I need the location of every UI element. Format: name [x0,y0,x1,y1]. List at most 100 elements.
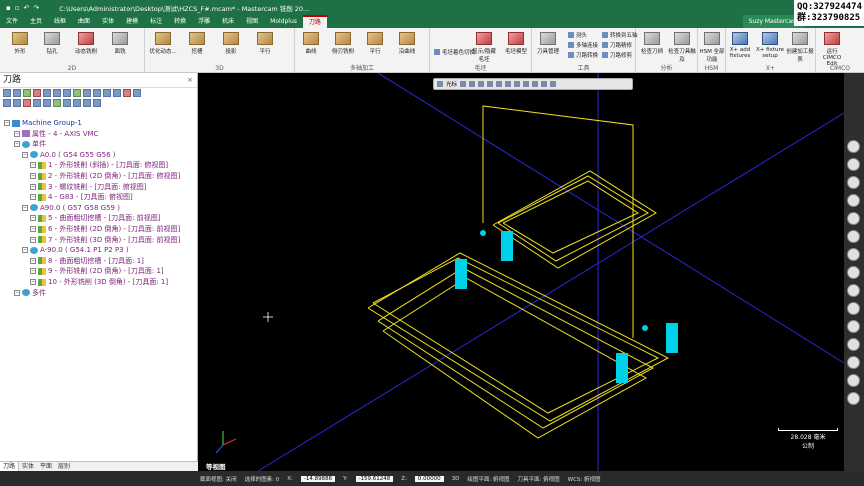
tree-item[interactable]: − 属性 - 4 - AXIS VMC [14,129,98,139]
view-front-icon[interactable] [847,158,860,171]
menu-machine[interactable]: 机床 [216,15,240,28]
convert-5axis-button[interactable]: 转换到五轴 [602,31,638,39]
check-holder-button[interactable]: 检查刀柄 [638,32,666,55]
select-all-icon[interactable] [3,89,11,97]
probe-button[interactable]: 测头 [568,31,587,39]
verify-icon[interactable] [53,89,61,97]
dynamic-mill-button[interactable]: 动态铣削 [72,32,100,55]
tree-item[interactable]: − 5 - 曲面粗切挖槽 - [刀具面: 前视图] [30,213,160,223]
menu-toolpaths[interactable]: 刀路 [302,15,327,28]
menu-file[interactable]: 文件 [0,15,24,28]
new-icon[interactable]: ▫ [15,4,20,12]
face-button[interactable]: 面铣 [106,32,134,55]
wcs-status[interactable]: WCS: 俯视图 [568,475,601,483]
expand-toggle-icon[interactable]: − [30,236,36,243]
expand-toggle-icon[interactable]: − [14,289,20,296]
expand-toggle-icon[interactable]: − [22,204,28,211]
expand-toggle-icon[interactable]: − [30,162,36,169]
xplus-add-fixtures-button[interactable]: X+ add fixtures [726,32,754,59]
multiaxis-link-button[interactable]: 多轴连接 [568,41,598,49]
side-cut-button[interactable]: 侧刃铣削 [329,32,357,55]
mode-3d-toggle[interactable]: 3D [452,476,460,482]
tree-item[interactable]: − A-90.0 ( G54.1 P1 P2 P3 ) [22,245,129,255]
highspeed-icon[interactable] [83,89,91,97]
tool-manager-button[interactable]: 刀具管理 [534,32,562,55]
expand-toggle-icon[interactable]: − [30,226,36,232]
insert-arrow-icon[interactable] [23,99,31,107]
menu-wireframe[interactable]: 线框 [48,15,72,28]
menu-relief[interactable]: 浮雕 [192,15,216,28]
move-down-icon[interactable] [3,99,11,107]
curve-button[interactable]: 曲线 [297,32,325,55]
tab-solids[interactable]: 实体 [19,462,37,471]
face-select-icon[interactable] [505,81,512,87]
measure-icon[interactable] [847,356,860,369]
cursor-mode-label[interactable]: 光标 [446,80,457,88]
center-icon[interactable] [487,81,494,87]
pocket-button[interactable]: 挖槽 [183,32,211,55]
select-icon[interactable] [460,81,467,87]
xplus-fixture-setup-button[interactable]: X+ fixture setup [756,32,784,59]
parallel-button[interactable]: 平行 [251,32,279,55]
menu-view[interactable]: 视图 [240,15,264,28]
tree-item[interactable]: − 2 - 外形铣削 (2D 倒角) - [刀具面: 俯视图] [30,171,180,181]
analyze-icon[interactable] [847,374,860,387]
graphics-plane-status[interactable]: 绘图平面: 俯视图 [467,475,509,483]
optimize-button[interactable]: 优化动态... [149,32,177,55]
expand-toggle-icon[interactable]: − [14,130,20,137]
menu-surface[interactable]: 曲面 [72,15,96,28]
move-up-icon[interactable] [13,99,21,107]
menu-model[interactable]: 建模 [120,15,144,28]
filter-select-icon[interactable] [541,81,548,87]
blank-model-button[interactable]: 毛坯模型 [502,32,530,55]
create-report-button[interactable]: 创建加工报表 [786,32,814,63]
zoom-out-icon[interactable] [847,248,860,261]
select-failed-icon[interactable] [13,89,21,97]
blank-show-button[interactable]: 显示/隐藏毛坯 [470,32,498,63]
expand-toggle-icon[interactable]: − [30,268,36,275]
expand-toggle-icon[interactable]: − [30,215,36,222]
tree-item[interactable]: − 10 - 外形铣削 (3D 倒角) - [刀具面: 1] [30,277,168,287]
redo-icon[interactable]: ↷ [33,4,39,12]
expand-toggle-icon[interactable]: − [30,194,36,201]
post-icon[interactable] [73,89,81,97]
clear-icon[interactable] [550,81,557,87]
tree-item[interactable]: − A0.0 ( G54 G55 G56 ) [22,150,116,160]
expand-icon[interactable] [73,99,81,107]
tree-item[interactable]: − 7 - 外形铣削 (3D 倒角) - [刀具面: 前视图] [30,235,180,245]
tree-item[interactable]: − 4 - G83 - [刀具面: 俯视图] [30,192,133,202]
along-curve-button[interactable]: 沿曲线 [393,32,421,55]
toolpath-refine-button[interactable]: 刀路精修 [602,41,632,49]
tree-item[interactable]: − 3 - 螺纹铣削 - [刀具面: 俯视图] [30,182,146,192]
lock-icon[interactable] [103,89,111,97]
tree-item[interactable]: − Machine Group-1 [4,118,82,128]
chain-icon[interactable] [523,81,530,87]
z-coordinate[interactable]: 0.00000 [414,475,444,482]
toggle-post-icon[interactable] [123,89,131,97]
settings-icon[interactable] [847,392,860,405]
menu-dimension[interactable]: 标注 [144,15,168,28]
tab-toolpaths[interactable]: 刀路 [0,462,20,471]
tree-item[interactable]: − A90.0 ( G57 G58 G59 ) [22,203,120,213]
undo-icon[interactable]: ↶ [24,4,30,12]
hidden-line-icon[interactable] [847,302,860,315]
tree-item[interactable]: − 9 - 外形铣削 (2D 倒角) - [刀具面: 1] [30,266,164,276]
menu-solid[interactable]: 实体 [96,15,120,28]
toolbar-grip-icon[interactable] [437,81,443,87]
snap-icon[interactable] [469,81,476,87]
cimco-edit-button[interactable]: 运行CIMCO Edit [818,32,846,67]
multiaxis-parallel-button[interactable]: 平行 [361,32,389,55]
toolpath-trim-button[interactable]: 刀路修剪 [602,51,632,59]
toggle-display-icon[interactable] [113,89,121,97]
body-icon[interactable] [514,81,521,87]
tab-levels[interactable]: 层别 [55,462,73,471]
tree-item[interactable]: − 6 - 外形铣削 (2D 倒角) - [刀具面: 前视图] [30,224,180,234]
window-icon[interactable] [532,81,539,87]
blank-shading-toggle[interactable]: 毛坯着色切换 [434,48,475,56]
expand-toggle-icon[interactable]: − [22,247,28,254]
point-icon[interactable] [478,81,485,87]
regenerate-dirty-icon[interactable] [33,89,41,97]
translucency-icon[interactable] [847,320,860,333]
check-reach-button[interactable]: 检查刀具触及 [668,32,696,63]
contour-button[interactable]: 外形 [6,32,34,55]
